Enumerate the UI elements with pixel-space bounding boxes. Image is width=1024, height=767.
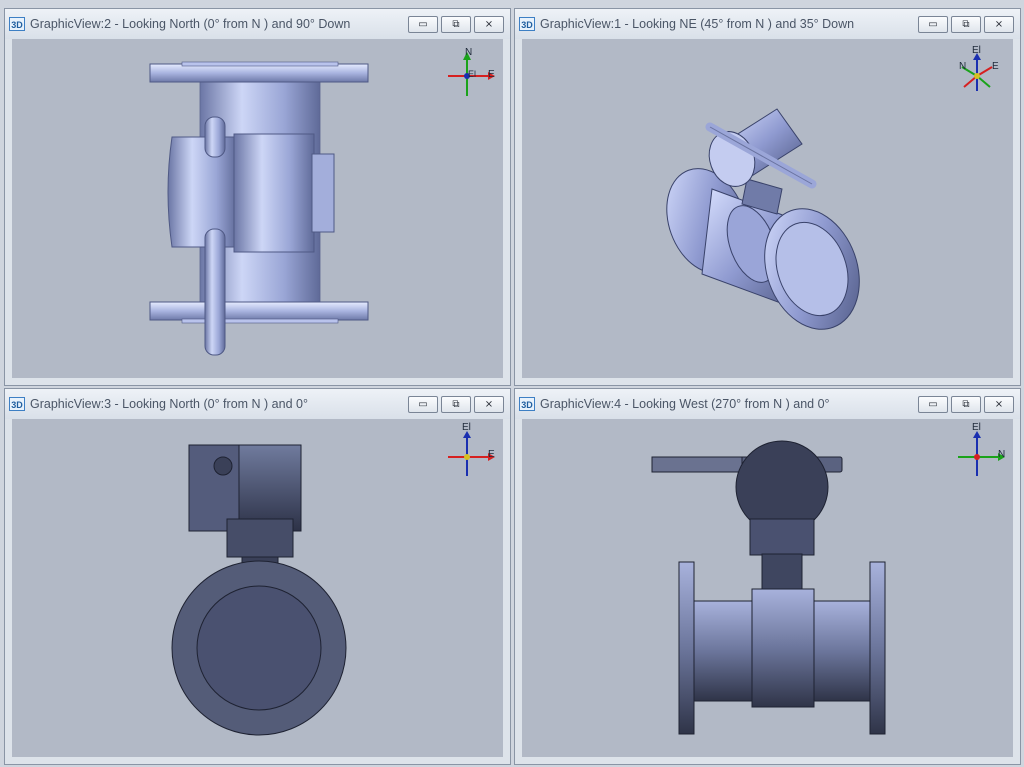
minimize-icon: ▭: [928, 18, 938, 30]
3d-view-icon: 3D: [519, 17, 535, 31]
minimize-button[interactable]: ▭: [918, 16, 948, 33]
close-button[interactable]: ⨯: [474, 16, 504, 33]
axis-label-right: E: [488, 69, 495, 80]
close-icon: ⨯: [484, 398, 494, 410]
graphic-view-1[interactable]: 3D GraphicView:1 - Looking NE (45° from …: [514, 8, 1021, 386]
minimize-button[interactable]: ▭: [918, 396, 948, 413]
axis-triad: El E: [448, 422, 495, 476]
restore-icon: ⧉: [962, 18, 970, 30]
valve-model-iso-view: El E N: [666, 45, 999, 330]
axis-label-right: N: [998, 449, 1005, 460]
axis-label-up: N: [465, 47, 472, 58]
restore-icon: ⧉: [962, 398, 970, 410]
minimize-button[interactable]: ▭: [408, 396, 438, 413]
restore-icon: ⧉: [452, 398, 460, 410]
axis-label-up: El: [972, 422, 981, 433]
close-icon: ⨯: [994, 18, 1004, 30]
axis-triad: El E N: [959, 45, 999, 91]
axis-label-up: El: [462, 422, 471, 433]
graphic-view-4[interactable]: 3D GraphicView:4 - Looking West (270° fr…: [514, 388, 1021, 765]
minimize-icon: ▭: [418, 18, 428, 30]
axis-label-left: N: [959, 61, 966, 72]
titlebar[interactable]: 3D GraphicView:3 - Looking North (0° fro…: [5, 389, 510, 419]
3d-viewport[interactable]: El N: [522, 419, 1013, 757]
3d-view-icon: 3D: [9, 17, 25, 31]
restore-icon: ⧉: [452, 18, 460, 30]
view-title: GraphicView:1 - Looking NE (45° from N )…: [540, 17, 855, 31]
restore-button[interactable]: ⧉: [951, 16, 981, 33]
valve-model-side-view: El N: [651, 422, 1005, 735]
restore-button[interactable]: ⧉: [951, 396, 981, 413]
close-button[interactable]: ⨯: [984, 16, 1014, 33]
graphic-view-2[interactable]: 3D GraphicView:2 - Looking North (0° fro…: [4, 8, 511, 386]
3d-view-icon: 3D: [519, 397, 535, 411]
minimize-icon: ▭: [418, 398, 428, 410]
view-title: GraphicView:3 - Looking North (0° from N…: [30, 397, 308, 411]
3d-viewport[interactable]: El E N: [522, 39, 1013, 378]
minimize-icon: ▭: [928, 398, 938, 410]
valve-model-top-view: N E El: [149, 47, 495, 356]
close-icon: ⨯: [484, 18, 494, 30]
3d-viewport[interactable]: N E El: [12, 39, 503, 378]
close-button[interactable]: ⨯: [984, 396, 1014, 413]
close-button[interactable]: ⨯: [474, 396, 504, 413]
axis-label-right: E: [488, 449, 495, 460]
3d-viewport[interactable]: El E: [12, 419, 503, 757]
graphic-view-3[interactable]: 3D GraphicView:3 - Looking North (0° fro…: [4, 388, 511, 765]
3d-view-icon: 3D: [9, 397, 25, 411]
restore-button[interactable]: ⧉: [441, 396, 471, 413]
valve-model-front-view: El E: [171, 422, 495, 736]
minimize-button[interactable]: ▭: [408, 16, 438, 33]
axis-triad: El N: [958, 422, 1005, 476]
close-icon: ⨯: [994, 398, 1004, 410]
axis-label-center: El: [468, 69, 476, 79]
axis-label-right: E: [992, 61, 999, 72]
axis-label-up: El: [972, 45, 981, 56]
view-title: GraphicView:4 - Looking West (270° from …: [540, 397, 830, 411]
axis-triad: N E El: [448, 47, 495, 96]
titlebar[interactable]: 3D GraphicView:4 - Looking West (270° fr…: [515, 389, 1020, 419]
titlebar[interactable]: 3D GraphicView:1 - Looking NE (45° from …: [515, 9, 1020, 39]
titlebar[interactable]: 3D GraphicView:2 - Looking North (0° fro…: [5, 9, 510, 39]
restore-button[interactable]: ⧉: [441, 16, 471, 33]
view-title: GraphicView:2 - Looking North (0° from N…: [30, 17, 351, 31]
